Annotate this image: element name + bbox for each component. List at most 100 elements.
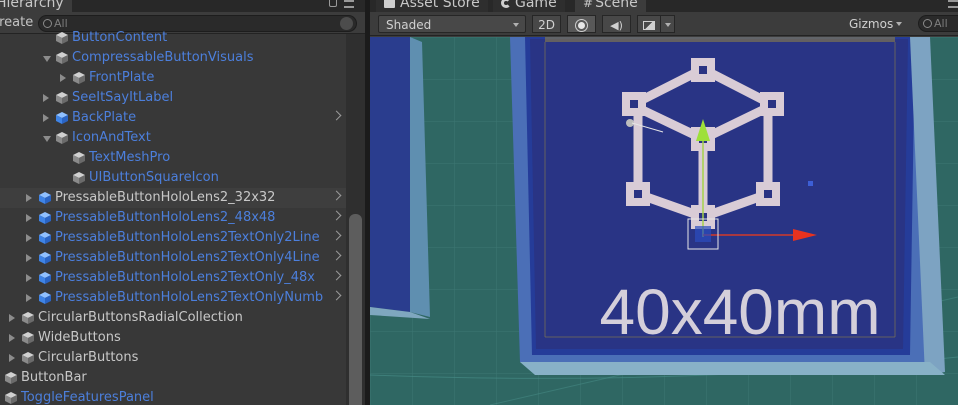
tree-row[interactable]: IconAndText: [0, 128, 346, 148]
open-prefab-icon[interactable]: [331, 230, 342, 241]
effects-toggle[interactable]: [637, 15, 661, 33]
search-placeholder: All: [934, 17, 948, 30]
tree-row-label: PressableButtonHoloLens2TextOnly4Line: [55, 250, 320, 265]
plate-size-label: 40x40mm: [600, 276, 881, 348]
tab-asset-store-label: Asset Store: [400, 0, 480, 11]
gameobject-icon: [22, 332, 34, 344]
search-icon: [923, 19, 932, 28]
expand-arrow-icon[interactable]: [26, 214, 32, 222]
mode-2d-toggle[interactable]: 2D: [532, 15, 561, 33]
tree-row[interactable]: TextMeshPro: [0, 148, 346, 168]
tree-row-label: ButtonBar: [21, 370, 87, 385]
open-prefab-icon[interactable]: [331, 270, 342, 281]
effects-dropdown[interactable]: [661, 15, 675, 33]
expand-arrow-icon[interactable]: [43, 94, 49, 102]
tree-row-label: PressableButtonHoloLens2TextOnly2Line: [55, 230, 320, 245]
scene-search-input[interactable]: All: [918, 15, 958, 32]
tree-row-label: IconAndText: [72, 130, 151, 145]
expand-arrow-icon[interactable]: [26, 254, 32, 262]
speaker-icon: ◀): [610, 19, 623, 32]
prefab-icon: [56, 112, 68, 124]
hierarchy-tab-bar: Hierarchy: [0, 0, 365, 12]
chevron-down-icon: [664, 23, 671, 27]
expand-arrow-icon[interactable]: [60, 74, 66, 82]
expand-arrow-icon[interactable]: [26, 234, 32, 242]
chevron-down-icon: [513, 23, 519, 27]
gameobject-icon: [73, 72, 85, 84]
scene-grid-icon: #: [583, 0, 594, 10]
gameobject-icon: [5, 372, 17, 384]
collapse-arrow-icon[interactable]: [43, 136, 51, 142]
tree-row[interactable]: FrontPlate: [0, 68, 346, 88]
tree-row-label: ButtonContent: [72, 30, 168, 45]
tree-row[interactable]: PressableButtonHoloLens2_32x32: [0, 188, 346, 208]
image-effects-icon: [643, 21, 655, 30]
expand-arrow-icon[interactable]: [9, 314, 15, 322]
gameobject-icon: [5, 392, 17, 404]
gameobject-icon: [56, 52, 68, 64]
expand-arrow-icon[interactable]: [9, 334, 15, 342]
open-prefab-icon[interactable]: [331, 190, 342, 201]
search-icon: [43, 19, 52, 28]
expand-arrow-icon[interactable]: [26, 294, 32, 302]
tab-asset-store[interactable]: Asset Store: [376, 0, 488, 12]
sun-icon: [578, 22, 585, 29]
tree-row[interactable]: CircularButtons: [0, 348, 346, 368]
tree-row-label: PressableButtonHoloLens2_48x48: [55, 210, 276, 225]
menu-icon[interactable]: [948, 0, 958, 8]
scrollbar-thumb[interactable]: [349, 214, 362, 405]
tab-hierarchy[interactable]: Hierarchy: [0, 0, 72, 12]
gameobject-icon: [56, 92, 68, 104]
open-prefab-icon[interactable]: [331, 210, 342, 221]
tab-scene-label: Scene: [595, 0, 638, 11]
gameobject-icon: [22, 312, 34, 324]
tree-row[interactable]: UIButtonSquareIcon: [0, 168, 346, 188]
scene-viewport[interactable]: 40x40mm: [370, 37, 958, 405]
asset-store-icon: [384, 0, 395, 8]
tree-row[interactable]: PressableButtonHoloLens2TextOnly4Line: [0, 248, 346, 268]
open-prefab-icon[interactable]: [331, 290, 342, 301]
tree-row-label: FrontPlate: [89, 70, 155, 85]
gizmos-dropdown[interactable]: Gizmos: [842, 15, 908, 33]
scene-toolbar: Shaded 2D ◀) Gizmos All: [370, 12, 958, 36]
hierarchy-panel: Hierarchy Create All ButtonContentCompre…: [0, 0, 365, 405]
tree-row[interactable]: PressableButtonHoloLens2TextOnly_48x: [0, 268, 346, 288]
tree-row[interactable]: ToggleFeaturesPanel: [0, 388, 346, 405]
tree-row[interactable]: PressableButtonHoloLens2_48x48: [0, 208, 346, 228]
prefab-icon: [39, 292, 51, 304]
tab-game[interactable]: Game: [493, 0, 565, 12]
tree-row[interactable]: PressableButtonHoloLens2TextOnly2Line: [0, 228, 346, 248]
tree-row[interactable]: PressableButtonHoloLens2TextOnlyNumb: [0, 288, 346, 308]
tab-scene[interactable]: # Scene: [575, 0, 646, 12]
tree-row-label: CompressableButtonVisuals: [72, 50, 254, 65]
lighting-toggle[interactable]: [567, 15, 596, 33]
shading-mode-dropdown[interactable]: Shaded: [378, 15, 526, 33]
open-prefab-icon[interactable]: [331, 250, 342, 261]
audio-toggle[interactable]: ◀): [602, 15, 631, 33]
expand-arrow-icon[interactable]: [43, 114, 49, 122]
tree-row[interactable]: ButtonContent: [0, 28, 346, 48]
open-prefab-icon[interactable]: [331, 110, 342, 121]
gameobject-icon: [22, 352, 34, 364]
chevron-down-icon: [896, 22, 902, 26]
tree-row-label: CircularButtonsRadialCollection: [38, 310, 243, 325]
prefab-icon: [39, 212, 51, 224]
tree-row-label: PressableButtonHoloLens2_32x32: [55, 190, 276, 205]
tree-row[interactable]: CompressableButtonVisuals: [0, 48, 346, 68]
tree-row[interactable]: ButtonBar: [0, 368, 346, 388]
menu-icon[interactable]: [344, 0, 354, 8]
expand-arrow-icon[interactable]: [26, 274, 32, 282]
expand-arrow-icon[interactable]: [9, 354, 15, 362]
gameobject-icon: [56, 132, 68, 144]
tree-row[interactable]: CircularButtonsRadialCollection: [0, 308, 346, 328]
tree-row[interactable]: SeeItSayItLabel: [0, 88, 346, 108]
prefab-icon: [39, 192, 51, 204]
tree-row-label: SeeItSayItLabel: [72, 90, 174, 105]
tree-row[interactable]: WideButtons: [0, 328, 346, 348]
hierarchy-scrollbar[interactable]: [346, 34, 365, 405]
collapse-arrow-icon[interactable]: [43, 56, 51, 62]
tree-row-label: WideButtons: [38, 330, 121, 345]
lock-icon[interactable]: [329, 0, 337, 7]
expand-arrow-icon[interactable]: [26, 194, 32, 202]
tree-row[interactable]: BackPlate: [0, 108, 346, 128]
